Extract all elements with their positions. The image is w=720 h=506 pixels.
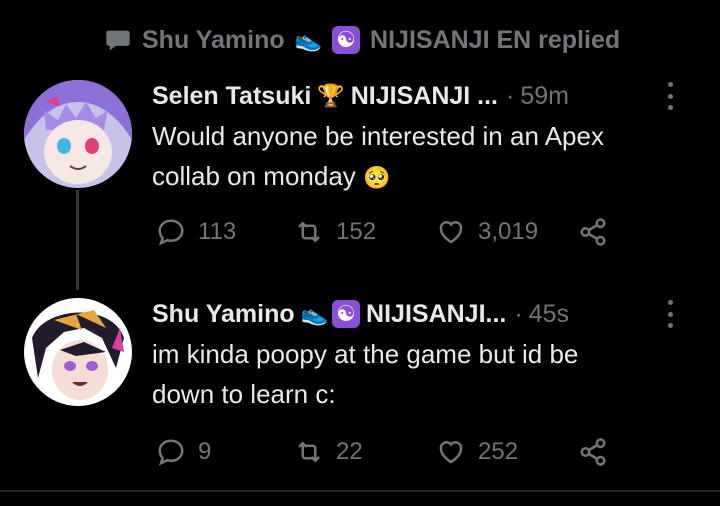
- reply-count: 9: [198, 438, 212, 465]
- heart-icon: [439, 441, 463, 464]
- share-button[interactable]: [578, 217, 608, 247]
- tweet-header: Shu Yamino 👟 ☯ NIJISANJI... · 45s: [152, 296, 700, 332]
- avatar-shu[interactable]: [24, 298, 132, 406]
- like-button[interactable]: 252: [436, 437, 578, 467]
- replied-text: NIJISANJI EN replied: [370, 25, 621, 54]
- trophy-emoji: 🏆: [317, 83, 345, 108]
- timestamp-separator: ·: [514, 299, 523, 328]
- yin-yang-badge: ☯: [332, 300, 361, 328]
- thread-connector: [76, 190, 79, 290]
- tweet-actions: 113 152 3,019: [156, 217, 608, 247]
- retweet-count: 22: [336, 438, 363, 465]
- retweet-button[interactable]: 22: [294, 437, 436, 467]
- comment-bubble-icon: [106, 30, 130, 51]
- tweet-selen[interactable]: Selen Tatsuki 🏆 NIJISANJI ... · 59m Woul…: [152, 78, 700, 196]
- tweet-text-line: collab on monday: [152, 161, 356, 191]
- replied-banner: Shu Yamino 👟 ☯ NIJISANJI EN replied: [104, 24, 620, 56]
- timestamp[interactable]: 45s: [529, 300, 569, 329]
- reply-count: 113: [198, 218, 237, 245]
- tweet-text-line: down to learn c:: [152, 379, 336, 409]
- replied-name[interactable]: Shu Yamino: [142, 26, 285, 55]
- reply-icon: [158, 219, 184, 246]
- like-count: 252: [478, 438, 519, 465]
- heart-icon: [439, 221, 463, 244]
- timestamp[interactable]: 59m: [520, 82, 569, 111]
- reply-button[interactable]: 113: [156, 217, 294, 247]
- tweet-text: im kinda poopy at the game but id be dow…: [152, 334, 700, 414]
- author-handle[interactable]: NIJISANJI...: [366, 300, 506, 329]
- reply-button[interactable]: 9: [156, 437, 294, 467]
- retweet-button[interactable]: 152: [294, 217, 436, 247]
- more-options-icon[interactable]: [666, 82, 674, 110]
- tweet-text: Would anyone be interested in an Apex co…: [152, 116, 700, 196]
- tweet-text-line: Would anyone be interested in an Apex: [152, 121, 604, 151]
- retweet-icon: [298, 441, 320, 463]
- retweet-icon: [298, 221, 320, 243]
- reply-icon: [158, 439, 184, 466]
- divider: [0, 490, 720, 506]
- timestamp-separator: ·: [506, 81, 515, 110]
- sneaker-emoji: 👟: [294, 27, 323, 52]
- tweet-header: Selen Tatsuki 🏆 NIJISANJI ... · 59m: [152, 78, 700, 114]
- sneaker-emoji: 👟: [300, 301, 329, 326]
- tweet-actions: 9 22 252: [156, 437, 608, 467]
- yin-yang-badge: ☯: [332, 26, 361, 54]
- author-name[interactable]: Shu Yamino: [152, 300, 295, 329]
- share-icon: [580, 218, 606, 246]
- like-count: 3,019: [478, 218, 539, 245]
- like-button[interactable]: 3,019: [436, 217, 578, 247]
- tweet-text-line: im kinda poopy at the game but id be: [152, 339, 579, 369]
- pleading-face-emoji: 🥺: [363, 165, 391, 190]
- share-icon: [580, 438, 606, 466]
- share-button[interactable]: [578, 437, 608, 467]
- author-name[interactable]: Selen Tatsuki: [152, 82, 311, 111]
- retweet-count: 152: [336, 218, 377, 245]
- avatar-selen[interactable]: [24, 80, 132, 188]
- more-options-icon[interactable]: [666, 300, 674, 328]
- tweet-shu[interactable]: Shu Yamino 👟 ☯ NIJISANJI... · 45s im kin…: [152, 296, 700, 414]
- author-handle[interactable]: NIJISANJI ...: [351, 82, 498, 111]
